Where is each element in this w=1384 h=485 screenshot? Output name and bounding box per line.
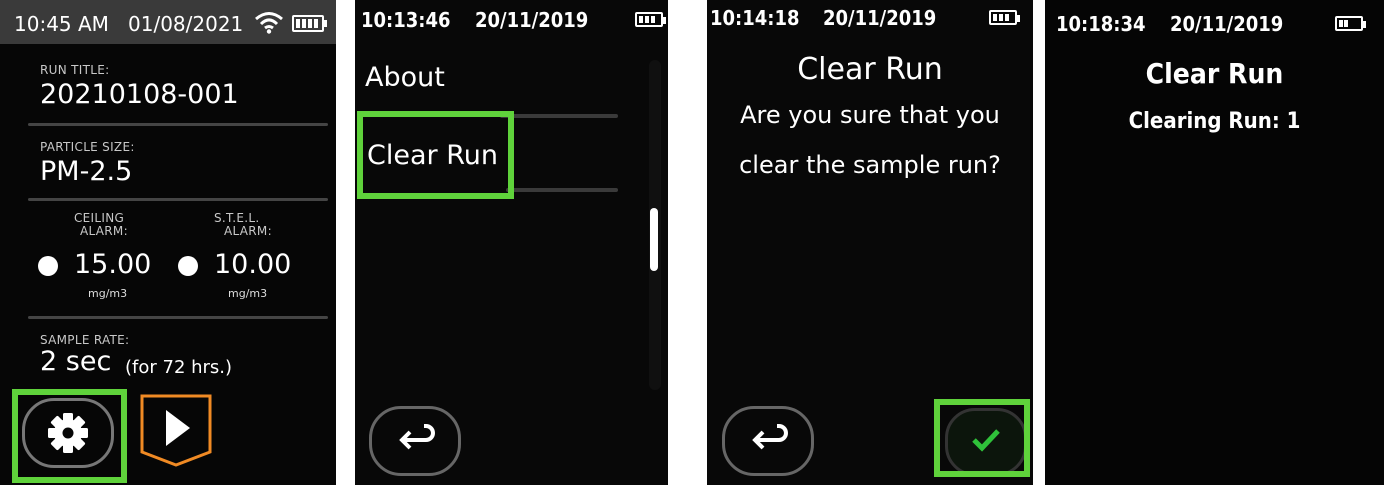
dialog-message-line2: clear the sample run?	[739, 151, 1001, 179]
status-date: 20/11/2019	[1170, 12, 1284, 36]
menu-divider	[506, 188, 618, 192]
settings-highlight	[12, 389, 127, 483]
start-run-button[interactable]	[138, 392, 214, 468]
scrollbar-thumb[interactable]	[650, 208, 658, 271]
particle-size-label: PARTICLE SIZE:	[40, 140, 135, 154]
battery-icon	[292, 15, 327, 32]
run-title-label: RUN TITLE:	[40, 63, 110, 77]
back-button[interactable]	[369, 406, 461, 476]
stel-alarm-indicator	[178, 256, 198, 276]
status-time: 10:14:18	[710, 6, 800, 30]
ceiling-alarm-unit: mg/m3	[88, 287, 128, 300]
divider	[28, 123, 328, 126]
status-time: 10:45 AM	[14, 12, 109, 36]
particle-size-value: PM-2.5	[40, 156, 133, 187]
stel-alarm-unit: mg/m3	[228, 287, 268, 300]
screen-title: Clear Run	[1145, 57, 1284, 90]
sample-rate-label: SAMPLE RATE:	[40, 333, 130, 347]
status-time: 10:18:34	[1056, 12, 1146, 36]
ceiling-alarm-label: CEILING	[74, 211, 125, 225]
stel-alarm-label: S.T.E.L.	[214, 211, 260, 225]
battery-icon	[989, 10, 1020, 25]
dialog-title: Clear Run	[797, 52, 943, 87]
play-icon	[138, 392, 214, 472]
stel-alarm-label: ALARM:	[224, 224, 272, 238]
status-date: 01/08/2021	[128, 12, 244, 36]
stel-alarm-value[interactable]: 10.00	[214, 249, 291, 280]
status-date: 20/11/2019	[475, 8, 589, 32]
ceiling-alarm-indicator	[38, 256, 58, 276]
progress-message: Clearing Run: 1	[1128, 109, 1301, 134]
status-bar: 10:45 AM 01/08/2021	[0, 0, 336, 44]
divider	[28, 316, 328, 319]
back-arrow-icon	[394, 421, 436, 463]
clearing-run-screen: 10:18:34 20/11/2019 Clear Run Clearing R…	[1045, 0, 1384, 485]
menu-item-about[interactable]: About	[365, 62, 445, 93]
status-time: 10:13:46	[361, 8, 451, 32]
menu-divider	[500, 114, 618, 118]
back-button[interactable]	[722, 406, 814, 476]
sample-rate-value: 2 sec	[40, 346, 112, 377]
dialog-message-line1: Are you sure that you	[740, 101, 1000, 129]
run-status-screen: 10:45 AM 01/08/2021 RUN TITLE: 20210108-…	[0, 0, 336, 485]
status-bar: 10:13:46 20/11/2019	[355, 0, 668, 44]
ceiling-alarm-label: ALARM:	[80, 224, 128, 238]
status-bar: 10:14:18 20/11/2019	[707, 0, 1033, 44]
run-title-value: 20210108-001	[40, 79, 239, 110]
confirm-highlight	[934, 399, 1030, 477]
status-bar: 10:18:34 20/11/2019	[1045, 0, 1384, 44]
sample-rate-note: (for 72 hrs.)	[125, 357, 233, 378]
ceiling-alarm-value[interactable]: 15.00	[74, 249, 151, 280]
status-date: 20/11/2019	[823, 6, 937, 30]
battery-icon	[1335, 16, 1366, 31]
battery-icon	[635, 12, 666, 27]
clear-run-highlight	[357, 111, 514, 199]
back-arrow-icon	[747, 421, 789, 463]
wifi-icon	[254, 10, 284, 38]
divider	[28, 198, 328, 201]
